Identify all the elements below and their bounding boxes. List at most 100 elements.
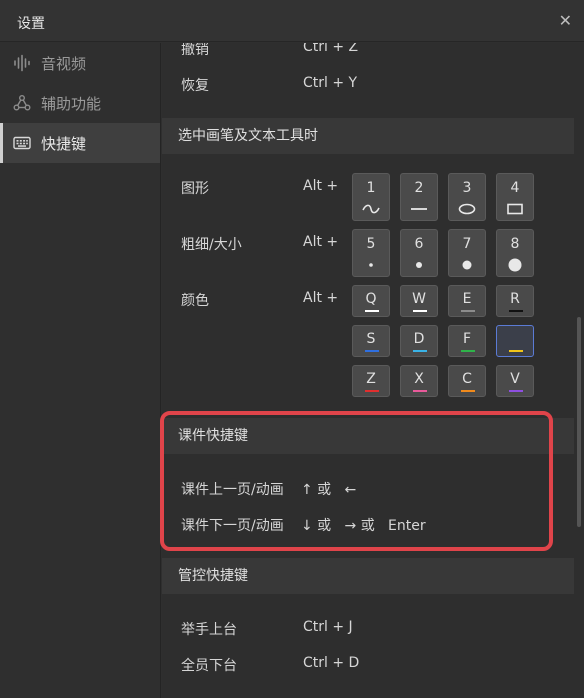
key-number: 8 — [510, 236, 520, 252]
shortcut-row-prev-page: 课件上一页/动画 ↑ 或 ← — [162, 479, 574, 499]
color-key-letter: E — [462, 291, 472, 307]
shape-line-button[interactable]: 2 — [400, 173, 438, 221]
sidebar-item-accessibility[interactable]: 辅助功能 — [0, 83, 160, 123]
shape-curve-button[interactable]: 1 — [352, 173, 390, 221]
color-key-button[interactable]: D — [400, 325, 438, 357]
color-key-letter: X — [414, 371, 424, 387]
color-key-letter: W — [412, 291, 426, 307]
color-swatch — [365, 310, 379, 312]
color-key-letter: R — [510, 291, 520, 307]
shortcut-modifier: Alt + — [303, 234, 339, 250]
color-key-letter: F — [462, 331, 472, 347]
color-key-button[interactable]: X — [400, 365, 438, 397]
keyboard-icon — [12, 133, 32, 153]
shortcut-label: 全员下台 — [181, 658, 237, 674]
settings-window: 设置 ✕ 音视频 辅助功能 快捷键 撤销 Ctrl + Z 恢复 Ctrl + … — [0, 0, 584, 698]
shortcut-label: 颜色 — [181, 293, 209, 309]
key-number: 6 — [414, 236, 424, 252]
color-key-letter: V — [510, 371, 520, 387]
color-key-button[interactable]: S — [352, 325, 390, 357]
rectangle-icon — [497, 200, 533, 218]
dot-xlarge-icon — [497, 256, 533, 274]
ellipse-icon — [449, 200, 485, 218]
color-swatch — [461, 350, 475, 352]
shortcut-row-undo: 撤销 Ctrl + Z — [162, 43, 574, 59]
shortcut-modifier: Alt + — [303, 290, 339, 306]
title-bar: 设置 ✕ — [0, 0, 584, 42]
color-key-button[interactable]: F — [448, 325, 486, 357]
color-swatch — [413, 310, 427, 312]
dot-small-icon — [353, 256, 389, 274]
key-number: 1 — [366, 180, 376, 196]
shortcut-keys: Ctrl + Y — [303, 75, 358, 91]
key-number: 5 — [366, 236, 376, 252]
color-key-button[interactable]: E — [448, 285, 486, 317]
color-swatch — [509, 350, 523, 352]
curve-icon — [353, 200, 389, 218]
sidebar: 音视频 辅助功能 快捷键 — [0, 43, 161, 698]
line-icon — [401, 200, 437, 218]
size-4-button[interactable]: 8 — [496, 229, 534, 277]
sidebar-item-label: 快捷键 — [41, 134, 87, 153]
sidebar-item-shortcuts[interactable]: 快捷键 — [0, 123, 160, 163]
shortcut-label: 图形 — [181, 181, 209, 197]
color-key-letter: Z — [366, 371, 376, 387]
shortcut-label: 举手上台 — [181, 622, 237, 638]
shortcut-row-raise-hand: 举手上台 Ctrl + J — [162, 619, 574, 639]
shape-rectangle-button[interactable]: 4 — [496, 173, 534, 221]
scrollbar[interactable] — [577, 317, 581, 527]
color-key-button[interactable]: W — [400, 285, 438, 317]
key-number: 3 — [462, 180, 472, 196]
shortcut-keys: ↓ 或 → 或 Enter — [301, 518, 426, 534]
color-swatch — [509, 390, 523, 392]
color-swatch — [509, 310, 523, 312]
color-swatch — [413, 350, 427, 352]
shortcut-label: 撤销 — [181, 43, 209, 58]
shortcut-keys: ↑ 或 ← — [301, 482, 357, 498]
size-3-button[interactable]: 7 — [448, 229, 486, 277]
shortcut-row-all-off-stage: 全员下台 Ctrl + D — [162, 655, 574, 675]
shortcut-keys: Ctrl + Z — [303, 43, 359, 55]
key-number: 2 — [414, 180, 424, 196]
window-title: 设置 — [17, 16, 45, 32]
close-icon[interactable]: ✕ — [559, 11, 572, 30]
shortcut-keys: Ctrl + D — [303, 655, 360, 671]
size-2-button[interactable]: 6 — [400, 229, 438, 277]
shortcut-row-next-page: 课件下一页/动画 ↓ 或 → 或 Enter — [162, 515, 574, 535]
shortcut-row-redo: 恢复 Ctrl + Y — [162, 75, 574, 95]
color-swatch — [365, 390, 379, 392]
sidebar-item-audio-video[interactable]: 音视频 — [0, 43, 160, 83]
section-header-courseware: 课件快捷键 — [162, 418, 574, 454]
shortcut-content: 撤销 Ctrl + Z 恢复 Ctrl + Y 选中画笔及文本工具时 图形 Al… — [162, 43, 584, 698]
color-key-button[interactable]: C — [448, 365, 486, 397]
dot-large-icon — [449, 256, 485, 274]
color-key-letter: Q — [365, 291, 377, 307]
key-number: 4 — [510, 180, 520, 196]
shape-ellipse-button[interactable]: 3 — [448, 173, 486, 221]
sidebar-item-label: 辅助功能 — [41, 94, 102, 113]
size-1-button[interactable]: 5 — [352, 229, 390, 277]
shortcut-modifier: Alt + — [303, 178, 339, 194]
color-key-letter: D — [413, 331, 425, 347]
color-key-letter: C — [462, 371, 472, 387]
color-key-button[interactable]: V — [496, 365, 534, 397]
color-swatch — [413, 390, 427, 392]
color-key-button[interactable]: Z — [352, 365, 390, 397]
shortcut-label: 恢复 — [181, 78, 209, 94]
color-swatch — [461, 310, 475, 312]
shortcut-label: 粗细/大小 — [181, 237, 242, 253]
audio-wave-icon — [12, 53, 32, 73]
accessibility-icon — [12, 93, 32, 113]
color-key-button[interactable]: Q — [352, 285, 390, 317]
color-key-button[interactable]: R — [496, 285, 534, 317]
key-number: 7 — [462, 236, 472, 252]
section-header-pen-tools: 选中画笔及文本工具时 — [162, 118, 574, 154]
shortcut-keys: Ctrl + J — [303, 619, 353, 635]
color-swatch — [461, 390, 475, 392]
shortcut-label: 课件上一页/动画 — [181, 482, 284, 498]
dot-medium-icon — [401, 256, 437, 274]
color-key-button[interactable]: _ — [496, 325, 534, 357]
color-key-letter: S — [366, 331, 376, 347]
section-header-control: 管控快捷键 — [162, 558, 574, 594]
sidebar-item-label: 音视频 — [41, 54, 87, 73]
